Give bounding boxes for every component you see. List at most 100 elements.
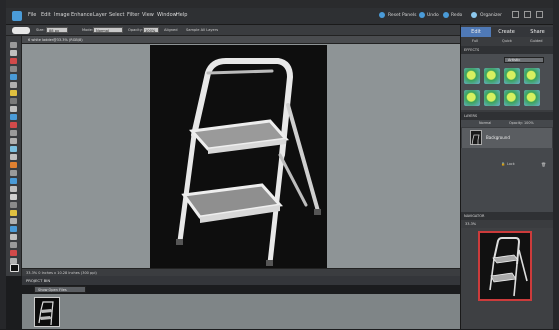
tool-icon[interactable]	[10, 250, 17, 256]
effect-thumb[interactable]	[524, 90, 540, 106]
tool-icon[interactable]	[10, 90, 17, 96]
aligned-checkbox[interactable]: Aligned	[164, 28, 178, 32]
menu-view[interactable]: View	[142, 12, 154, 18]
status-bar: 33.3% 0 Inches x 10.28 Inches (300 ppi)	[22, 268, 460, 276]
subtab-full[interactable]: Full	[472, 39, 478, 43]
trash-icon[interactable]: 🗑	[541, 162, 546, 167]
ladder-image	[150, 45, 327, 273]
minimize-button[interactable]	[512, 11, 519, 18]
mode-label: Mode:	[82, 28, 94, 32]
layers-opacity[interactable]: Opacity: 100%	[509, 121, 534, 125]
organizer-icon	[471, 12, 477, 18]
menu-enhance[interactable]: Enhance	[71, 12, 93, 18]
effects-panel-header[interactable]: EFFECTS	[461, 46, 553, 54]
foreground-color-swatch[interactable]	[10, 264, 19, 272]
size-value: 88 px	[49, 29, 60, 33]
tool-icon[interactable]	[10, 138, 17, 144]
tool-icon[interactable]	[10, 226, 17, 232]
tool-icon[interactable]	[10, 186, 17, 192]
menu-window[interactable]: Window	[157, 12, 177, 18]
opacity-field[interactable]: 100%	[143, 27, 159, 33]
layers-panel-header[interactable]: LAYERS	[461, 112, 553, 120]
tool-icon[interactable]	[10, 50, 17, 56]
tool-icon[interactable]	[10, 122, 17, 128]
sample-all-layers-checkbox[interactable]: Sample All Layers	[186, 28, 218, 32]
tool-icon[interactable]	[10, 58, 17, 64]
project-bin-header[interactable]: PROJECT BIN	[22, 276, 460, 285]
tool-icon[interactable]	[10, 154, 17, 160]
effect-thumb[interactable]	[464, 90, 480, 106]
navigator-zoom-value: 33.3%	[465, 222, 477, 226]
effect-thumb[interactable]	[464, 68, 480, 84]
tool-icon[interactable]	[10, 242, 17, 248]
navigator-ladder	[489, 237, 528, 297]
close-button[interactable]	[536, 11, 543, 18]
navigator-preview[interactable]	[478, 231, 532, 301]
status-text: 33.3% 0 Inches x 10.28 Inches (300 ppi)	[26, 271, 97, 275]
menu-layer[interactable]: Layer	[93, 12, 107, 18]
layer-thumb-ladder	[471, 134, 480, 146]
photo-white-step-ladder[interactable]	[150, 45, 327, 273]
restore-button[interactable]	[524, 11, 531, 18]
redo-icon	[443, 12, 449, 18]
menu-image[interactable]: Image	[54, 12, 70, 18]
tool-icon[interactable]	[10, 162, 17, 168]
tool-icon[interactable]	[10, 170, 17, 176]
effect-thumb[interactable]	[504, 68, 520, 84]
opacity-value: 100%	[145, 29, 156, 33]
tool-icon[interactable]	[10, 210, 17, 216]
menubar: File Edit Image Enhance Layer Select Fil…	[6, 8, 553, 25]
tool-icon[interactable]	[10, 194, 17, 200]
tool-icon[interactable]	[10, 130, 17, 136]
undo-icon	[419, 12, 425, 18]
monitor-bezel-top	[0, 0, 559, 8]
effect-thumb[interactable]	[484, 68, 500, 84]
project-bin-thumbnail[interactable]	[34, 297, 60, 327]
tab-edit[interactable]: Edit	[461, 27, 491, 37]
reset-panels-button[interactable]: Reset Panels	[388, 13, 417, 18]
size-label: Size:	[36, 28, 45, 32]
menu-select[interactable]: Select	[109, 12, 124, 18]
mode-select[interactable]: Normal	[93, 27, 123, 33]
project-bin-select[interactable]: Show Open Files	[34, 286, 86, 293]
project-bin	[22, 294, 460, 329]
organizer-button[interactable]: Organizer	[480, 13, 502, 18]
lock-icon[interactable]: 🔒	[501, 162, 505, 166]
tab-share[interactable]: Share	[522, 27, 553, 37]
document-tab[interactable]: 6 white ladder@33.3% (RGB/8)	[22, 36, 460, 44]
menu-filter[interactable]: Filter	[127, 12, 139, 18]
menu-help[interactable]: Help	[176, 12, 187, 18]
tool-icon[interactable]	[10, 82, 17, 88]
thumbnail-ladder	[38, 301, 54, 326]
navigator-panel-header[interactable]: NAVIGATOR	[461, 212, 553, 220]
menu-file[interactable]: File	[28, 12, 36, 18]
tool-icon[interactable]	[10, 42, 17, 48]
layers-title: LAYERS	[464, 114, 478, 118]
tool-icon[interactable]	[10, 218, 17, 224]
tool-icon[interactable]	[10, 74, 17, 80]
tool-icon[interactable]	[10, 202, 17, 208]
tool-icon[interactable]	[10, 98, 17, 104]
effects-filter-select[interactable]: Artistic	[504, 57, 544, 63]
menu-edit[interactable]: Edit	[41, 12, 51, 18]
tab-create[interactable]: Create	[491, 27, 522, 37]
effect-thumb[interactable]	[504, 90, 520, 106]
layers-blend-mode[interactable]: Normal	[479, 121, 491, 125]
undo-button[interactable]: Undo	[427, 13, 439, 18]
tool-icon[interactable]	[10, 234, 17, 240]
navigator-zoom-bar[interactable]: 33.3%	[461, 220, 553, 228]
brush-preview-icon[interactable]	[12, 27, 30, 34]
effect-thumb[interactable]	[524, 68, 540, 84]
tool-icon[interactable]	[10, 146, 17, 152]
layers-list-empty: 🔒 Lock 🗑	[461, 148, 553, 212]
tool-icon[interactable]	[10, 114, 17, 120]
photoshop-elements-logo	[12, 11, 22, 21]
subtab-guided[interactable]: Guided	[530, 39, 543, 43]
tool-icon[interactable]	[10, 178, 17, 184]
tool-icon[interactable]	[10, 66, 17, 72]
subtab-quick[interactable]: Quick	[502, 39, 512, 43]
redo-button[interactable]: Redo	[451, 13, 462, 18]
effect-thumb[interactable]	[484, 90, 500, 106]
size-field[interactable]: 88 px	[46, 27, 68, 33]
tool-icon[interactable]	[10, 106, 17, 112]
